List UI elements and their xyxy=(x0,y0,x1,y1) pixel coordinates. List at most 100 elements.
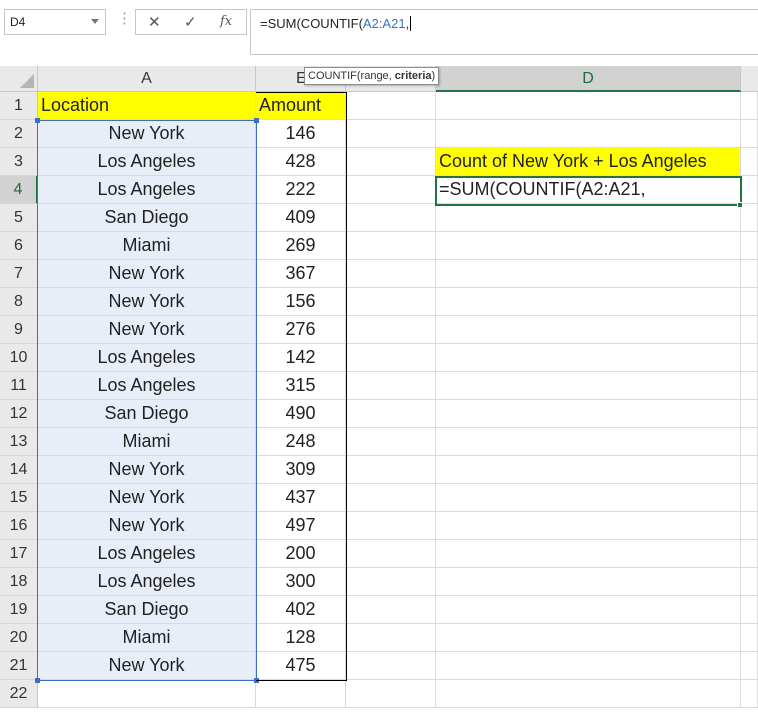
cell[interactable] xyxy=(741,232,758,260)
row-header-7[interactable]: 7 xyxy=(0,260,38,288)
location-cell[interactable]: Miami xyxy=(38,232,256,260)
amount-cell[interactable]: 475 xyxy=(256,652,346,680)
row-header-1[interactable]: 1 xyxy=(0,92,38,120)
row-header-9[interactable]: 9 xyxy=(0,316,38,344)
formula-bar[interactable]: =SUM(COUNTIF(A2:A21, xyxy=(250,9,758,55)
row-header-22[interactable]: 22 xyxy=(0,680,38,708)
location-cell[interactable]: San Diego xyxy=(38,204,256,232)
cell[interactable] xyxy=(741,624,758,652)
cell[interactable] xyxy=(346,484,436,512)
cell[interactable] xyxy=(346,372,436,400)
chevron-down-icon[interactable] xyxy=(91,19,99,24)
location-cell[interactable]: Los Angeles xyxy=(38,344,256,372)
cell[interactable] xyxy=(346,400,436,428)
cell[interactable] xyxy=(346,624,436,652)
row-header-17[interactable]: 17 xyxy=(0,540,38,568)
cell[interactable] xyxy=(436,568,741,596)
cell[interactable] xyxy=(346,92,436,120)
cell[interactable] xyxy=(741,652,758,680)
location-cell[interactable]: Los Angeles xyxy=(38,176,256,204)
cell[interactable] xyxy=(436,624,741,652)
cell[interactable] xyxy=(436,456,741,484)
cell[interactable] xyxy=(741,680,758,708)
cell[interactable] xyxy=(436,484,741,512)
cell[interactable] xyxy=(346,148,436,176)
cell[interactable] xyxy=(346,540,436,568)
cell[interactable] xyxy=(436,540,741,568)
row-header-4[interactable]: 4 xyxy=(0,176,38,204)
row-header-18[interactable]: 18 xyxy=(0,568,38,596)
cell[interactable] xyxy=(741,344,758,372)
location-cell[interactable]: San Diego xyxy=(38,596,256,624)
row-header-3[interactable]: 3 xyxy=(0,148,38,176)
range-handle-tr[interactable] xyxy=(254,118,259,123)
select-all-corner[interactable] xyxy=(0,66,38,92)
cell[interactable] xyxy=(741,512,758,540)
amount-cell[interactable]: 437 xyxy=(256,484,346,512)
location-cell[interactable]: New York xyxy=(38,652,256,680)
cell[interactable] xyxy=(741,176,758,204)
amount-cell[interactable]: 156 xyxy=(256,288,346,316)
amount-cell[interactable]: 142 xyxy=(256,344,346,372)
cell[interactable] xyxy=(346,568,436,596)
cell[interactable] xyxy=(741,596,758,624)
row-header-11[interactable]: 11 xyxy=(0,372,38,400)
amount-cell[interactable]: 200 xyxy=(256,540,346,568)
cell[interactable] xyxy=(346,596,436,624)
cell[interactable] xyxy=(436,232,741,260)
cell[interactable] xyxy=(346,120,436,148)
amount-cell[interactable]: 276 xyxy=(256,316,346,344)
row-header-8[interactable]: 8 xyxy=(0,288,38,316)
cell[interactable] xyxy=(346,176,436,204)
location-cell[interactable]: Los Angeles xyxy=(38,568,256,596)
cell[interactable] xyxy=(741,540,758,568)
cell[interactable] xyxy=(436,288,741,316)
column-header-a[interactable]: A xyxy=(38,66,256,92)
row-header-2[interactable]: 2 xyxy=(0,120,38,148)
cell[interactable] xyxy=(436,512,741,540)
cell[interactable] xyxy=(436,652,741,680)
amount-cell[interactable]: 490 xyxy=(256,400,346,428)
fill-handle[interactable] xyxy=(737,202,743,208)
row-header-20[interactable]: 20 xyxy=(0,624,38,652)
cell[interactable] xyxy=(436,120,741,148)
amount-cell[interactable]: 128 xyxy=(256,624,346,652)
column-header-e[interactable] xyxy=(741,66,758,92)
cell[interactable] xyxy=(741,400,758,428)
cell[interactable] xyxy=(741,568,758,596)
range-handle-bl[interactable] xyxy=(35,678,40,683)
cell[interactable] xyxy=(346,288,436,316)
cell[interactable] xyxy=(436,428,741,456)
row-header-14[interactable]: 14 xyxy=(0,456,38,484)
location-cell[interactable]: San Diego xyxy=(38,400,256,428)
location-cell[interactable]: New York xyxy=(38,484,256,512)
location-cell[interactable]: Los Angeles xyxy=(38,148,256,176)
row-header-16[interactable]: 16 xyxy=(0,512,38,540)
location-cell[interactable]: New York xyxy=(38,456,256,484)
name-box[interactable]: D4 xyxy=(4,9,106,35)
cell[interactable] xyxy=(38,680,256,708)
amount-cell[interactable]: 300 xyxy=(256,568,346,596)
location-cell[interactable]: New York xyxy=(38,120,256,148)
location-cell[interactable]: New York xyxy=(38,288,256,316)
cell[interactable] xyxy=(741,204,758,232)
row-header-13[interactable]: 13 xyxy=(0,428,38,456)
amount-cell[interactable]: 248 xyxy=(256,428,346,456)
amount-cell[interactable]: 367 xyxy=(256,260,346,288)
range-handle-br[interactable] xyxy=(254,678,259,683)
column-header-d[interactable]: D xyxy=(436,66,741,92)
cell[interactable] xyxy=(741,316,758,344)
row-header-19[interactable]: 19 xyxy=(0,596,38,624)
cell[interactable] xyxy=(346,428,436,456)
cell[interactable] xyxy=(436,260,741,288)
amount-cell[interactable]: 309 xyxy=(256,456,346,484)
cell[interactable] xyxy=(346,512,436,540)
cell[interactable] xyxy=(346,344,436,372)
insert-function-icon[interactable]: fx xyxy=(220,14,232,29)
location-cell[interactable]: Los Angeles xyxy=(38,372,256,400)
location-cell[interactable]: Miami xyxy=(38,428,256,456)
cancel-icon[interactable]: ✕ xyxy=(148,13,161,31)
row-header-6[interactable]: 6 xyxy=(0,232,38,260)
formula-edit-cell[interactable]: =SUM(COUNTIF(A2:A21, xyxy=(436,176,741,204)
amount-cell[interactable]: 269 xyxy=(256,232,346,260)
